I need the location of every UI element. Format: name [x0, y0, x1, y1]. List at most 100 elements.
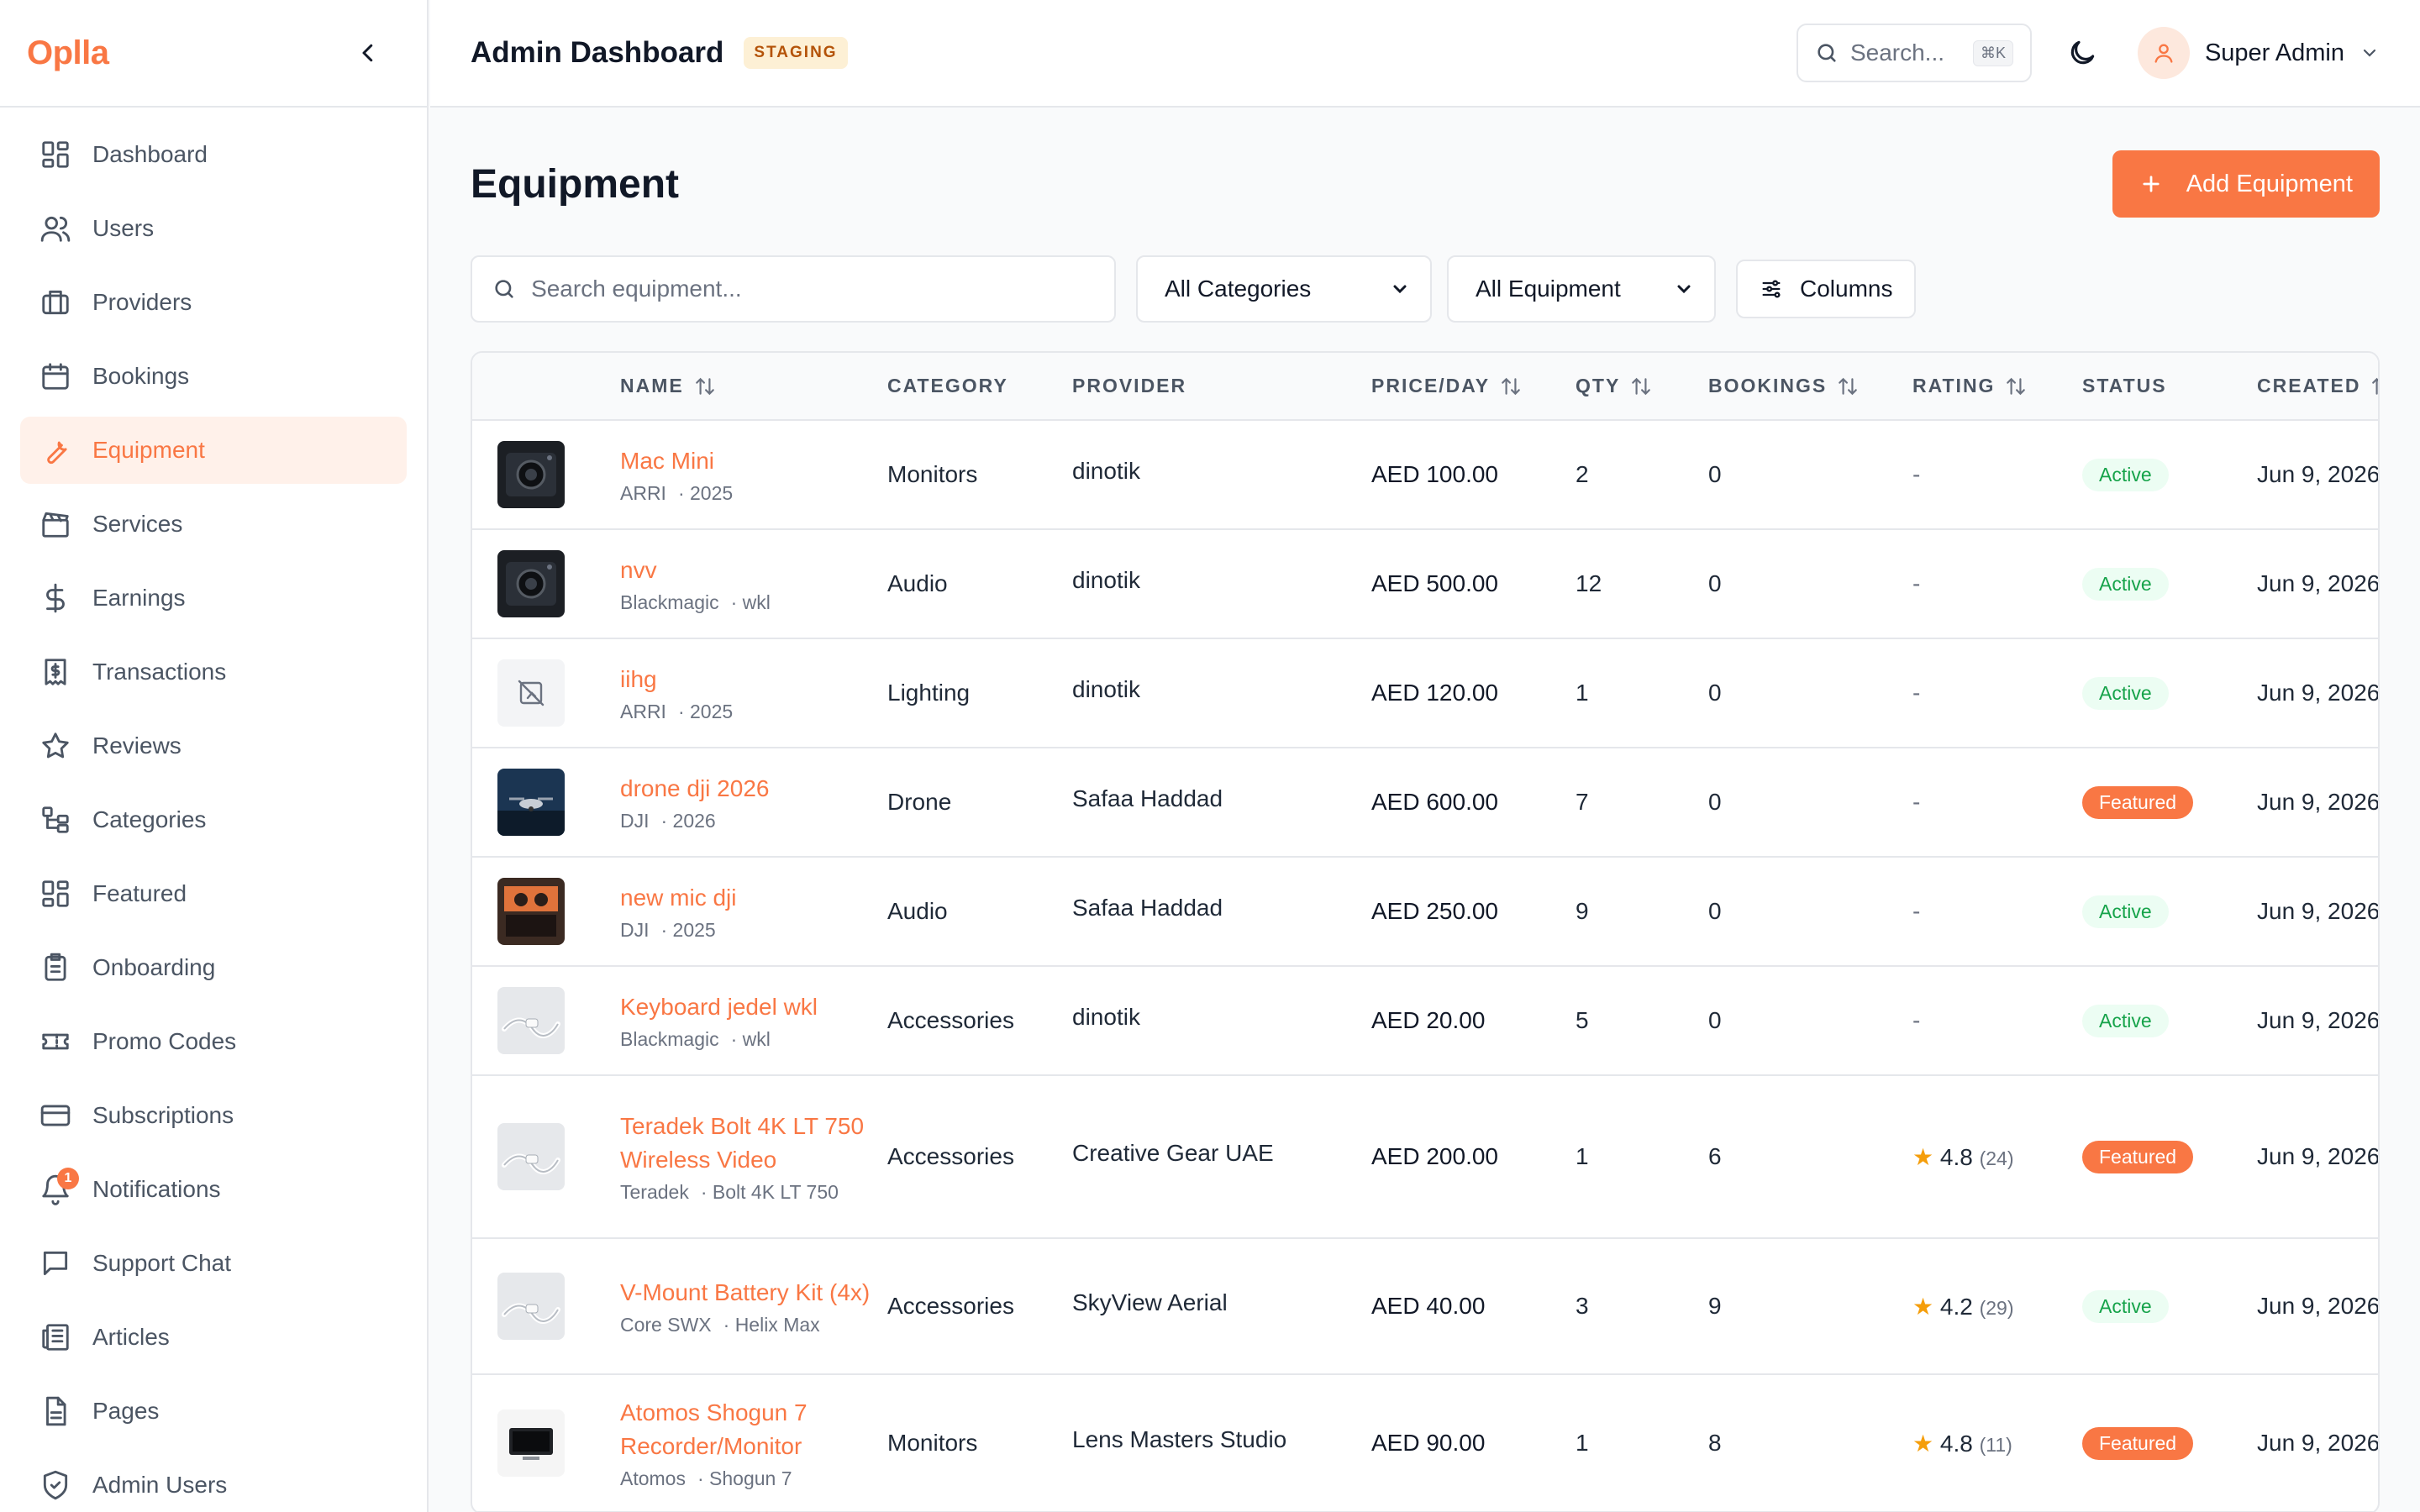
equipment-thumbnail[interactable] [497, 878, 565, 945]
sidebar-item-categories[interactable]: Categories [20, 786, 407, 853]
table-row[interactable]: V-Mount Battery Kit (4x) Core SWX · Helix … [472, 1238, 2378, 1375]
equipment-search[interactable] [471, 255, 1116, 323]
equipment-thumbnail[interactable] [497, 550, 565, 617]
rating-count: (11) [1979, 1433, 2012, 1456]
table-row[interactable]: Teradek Bolt 4K LT 750 Wireless Video Ter… [472, 1075, 2378, 1239]
column-header-rating[interactable]: RATING [1912, 353, 2082, 421]
sort-icon[interactable] [2370, 375, 2380, 397]
sidebar-item-transactions[interactable]: Transactions [20, 638, 407, 706]
sidebar-item-users[interactable]: Users [20, 195, 407, 262]
category-select[interactable]: All Categories [1136, 255, 1432, 323]
chevron-down-icon [1393, 285, 1407, 294]
column-header-qty[interactable]: QTY [1576, 353, 1708, 421]
sort-icon[interactable] [1630, 375, 1652, 397]
sidebar-item-admin-users[interactable]: Admin Users [20, 1452, 407, 1512]
equipment-thumbnail[interactable] [497, 1123, 565, 1190]
sidebar: Oplla Dashboard Users Providers Bookings Equ… [0, 0, 429, 1512]
sidebar-item-label: Admin Users [92, 1472, 228, 1498]
equipment-name-link[interactable]: nvv [620, 554, 871, 587]
column-header-created[interactable]: CREATED [2257, 353, 2380, 421]
bookings-cell: 0 [1708, 857, 1912, 967]
equipment-search-input[interactable] [531, 276, 1094, 302]
equipment-filter-select[interactable]: All Equipment [1447, 255, 1716, 323]
user-menu[interactable]: Super Admin [2137, 27, 2380, 79]
equipment-name-link[interactable]: V-Mount Battery Kit (4x) [620, 1276, 871, 1310]
table-row[interactable]: Keyboard jedel wkl Blackmagic · wkl Accesso… [472, 966, 2378, 1076]
sidebar-item-promo-codes[interactable]: Promo Codes [20, 1008, 407, 1075]
sidebar-item-equipment[interactable]: Equipment [20, 417, 407, 484]
category-cell: Monitors [887, 1374, 1072, 1512]
search-shortcut: ⌘K [1972, 39, 2013, 66]
equipment-thumbnail[interactable] [497, 1410, 565, 1477]
theme-toggle-button[interactable] [2057, 28, 2107, 78]
name-cell: new mic dji DJI · 2025 [620, 857, 887, 967]
status-cell: Active [2082, 420, 2257, 530]
equipment-name-link[interactable]: Mac Mini [620, 444, 871, 478]
table-row[interactable]: iihg ARRI · 2025 Lighting dinotik AED 120.00 1… [472, 638, 2378, 748]
thumbnail-cell [472, 1075, 620, 1239]
equipment-thumbnail[interactable] [497, 659, 565, 727]
column-header-label: BOOKINGS [1708, 374, 1828, 396]
sidebar-item-articles[interactable]: Articles [20, 1304, 407, 1371]
equipment-name-link[interactable]: drone dji 2026 [620, 772, 871, 806]
sort-icon[interactable] [1837, 375, 1859, 397]
equipment-name-link[interactable]: new mic dji [620, 881, 871, 915]
status-badge: Active [2082, 895, 2169, 928]
sidebar-item-pages[interactable]: Pages [20, 1378, 407, 1445]
dollar-icon [39, 581, 72, 615]
equipment-name-link[interactable]: Teradek Bolt 4K LT 750 Wireless Video [620, 1110, 871, 1177]
column-header-bookings[interactable]: BOOKINGS [1708, 353, 1912, 421]
add-equipment-button[interactable]: Add Equipment [2112, 150, 2380, 218]
column-header-label: CATEGORY [887, 375, 1008, 396]
column-header-price-day[interactable]: PRICE/DAY [1371, 353, 1576, 421]
sidebar-item-support-chat[interactable]: Support Chat [20, 1230, 407, 1297]
status-cell: Featured [2082, 748, 2257, 858]
table-row[interactable]: Atomos Shogun 7 Recorder/Monitor Atomos · … [472, 1374, 2378, 1512]
rating-empty: - [1912, 898, 1921, 924]
equipment-name-link[interactable]: Keyboard jedel wkl [620, 990, 871, 1024]
provider-cell: Safaa Haddad [1072, 857, 1371, 967]
sort-icon[interactable] [2005, 375, 2027, 397]
sidebar-item-providers[interactable]: Providers [20, 269, 407, 336]
equipment-name-link[interactable]: iihg [620, 663, 871, 696]
column-header-label: PRICE/DAY [1371, 374, 1491, 396]
sidebar-item-featured[interactable]: Featured [20, 860, 407, 927]
grid-icon [39, 877, 72, 911]
global-search[interactable]: Search... ⌘K [1796, 24, 2032, 82]
equipment-thumbnail[interactable] [497, 1273, 565, 1340]
avatar [2137, 27, 2190, 79]
table-row[interactable]: drone dji 2026 DJI · 2026 Drone Safaa Haddad… [472, 748, 2378, 858]
sidebar-item-reviews[interactable]: Reviews [20, 712, 407, 780]
columns-button[interactable]: Columns [1736, 260, 1917, 318]
created-cell: Jun 9, 2026 [2257, 857, 2378, 967]
global-search-placeholder: Search... [1849, 39, 1945, 66]
created-cell: Jun 9, 2026 [2257, 638, 2378, 748]
sidebar-item-notifications[interactable]: 1 Notifications [20, 1156, 407, 1223]
sidebar-item-dashboard[interactable]: Dashboard [20, 121, 407, 188]
collapse-sidebar-button[interactable] [351, 36, 385, 70]
sort-icon[interactable] [694, 375, 716, 397]
star-icon [39, 729, 72, 763]
sidebar-item-subscriptions[interactable]: Subscriptions [20, 1082, 407, 1149]
sidebar-item-services[interactable]: Services [20, 491, 407, 558]
equipment-thumbnail[interactable] [497, 441, 565, 508]
rating-cell: - [1912, 966, 2082, 1076]
equipment-thumbnail[interactable] [497, 987, 565, 1054]
equipment-table: NAME CATEGORY PROVIDER PRICE/DAY QTY BOOKINGS… [472, 353, 2380, 1512]
rating-cell: - [1912, 638, 2082, 748]
price-cell: AED 90.00 [1371, 1374, 1576, 1512]
sidebar-item-bookings[interactable]: Bookings [20, 343, 407, 410]
rating-empty: - [1912, 1007, 1921, 1033]
equipment-name-link[interactable]: Atomos Shogun 7 Recorder/Monitor [620, 1396, 871, 1463]
equipment-thumbnail[interactable] [497, 769, 565, 836]
sidebar-item-earnings[interactable]: Earnings [20, 564, 407, 632]
rating-value: 4.2 [1939, 1293, 1973, 1320]
name-cell: Atomos Shogun 7 Recorder/Monitor Atomos · … [620, 1374, 887, 1512]
table-row[interactable]: new mic dji DJI · 2025 Audio Safaa Haddad AED… [472, 857, 2378, 967]
sidebar-item-onboarding[interactable]: Onboarding [20, 934, 407, 1001]
table-row[interactable]: Mac Mini ARRI · 2025 Monitors dinotik AED 100… [472, 420, 2378, 530]
table-row[interactable]: nvv Blackmagic · wkl Audio dinotik AED 500.00… [472, 529, 2378, 639]
column-header-name[interactable]: NAME [620, 353, 887, 421]
sort-icon[interactable] [1500, 375, 1522, 397]
brand-logo[interactable]: Oplla [27, 34, 109, 72]
